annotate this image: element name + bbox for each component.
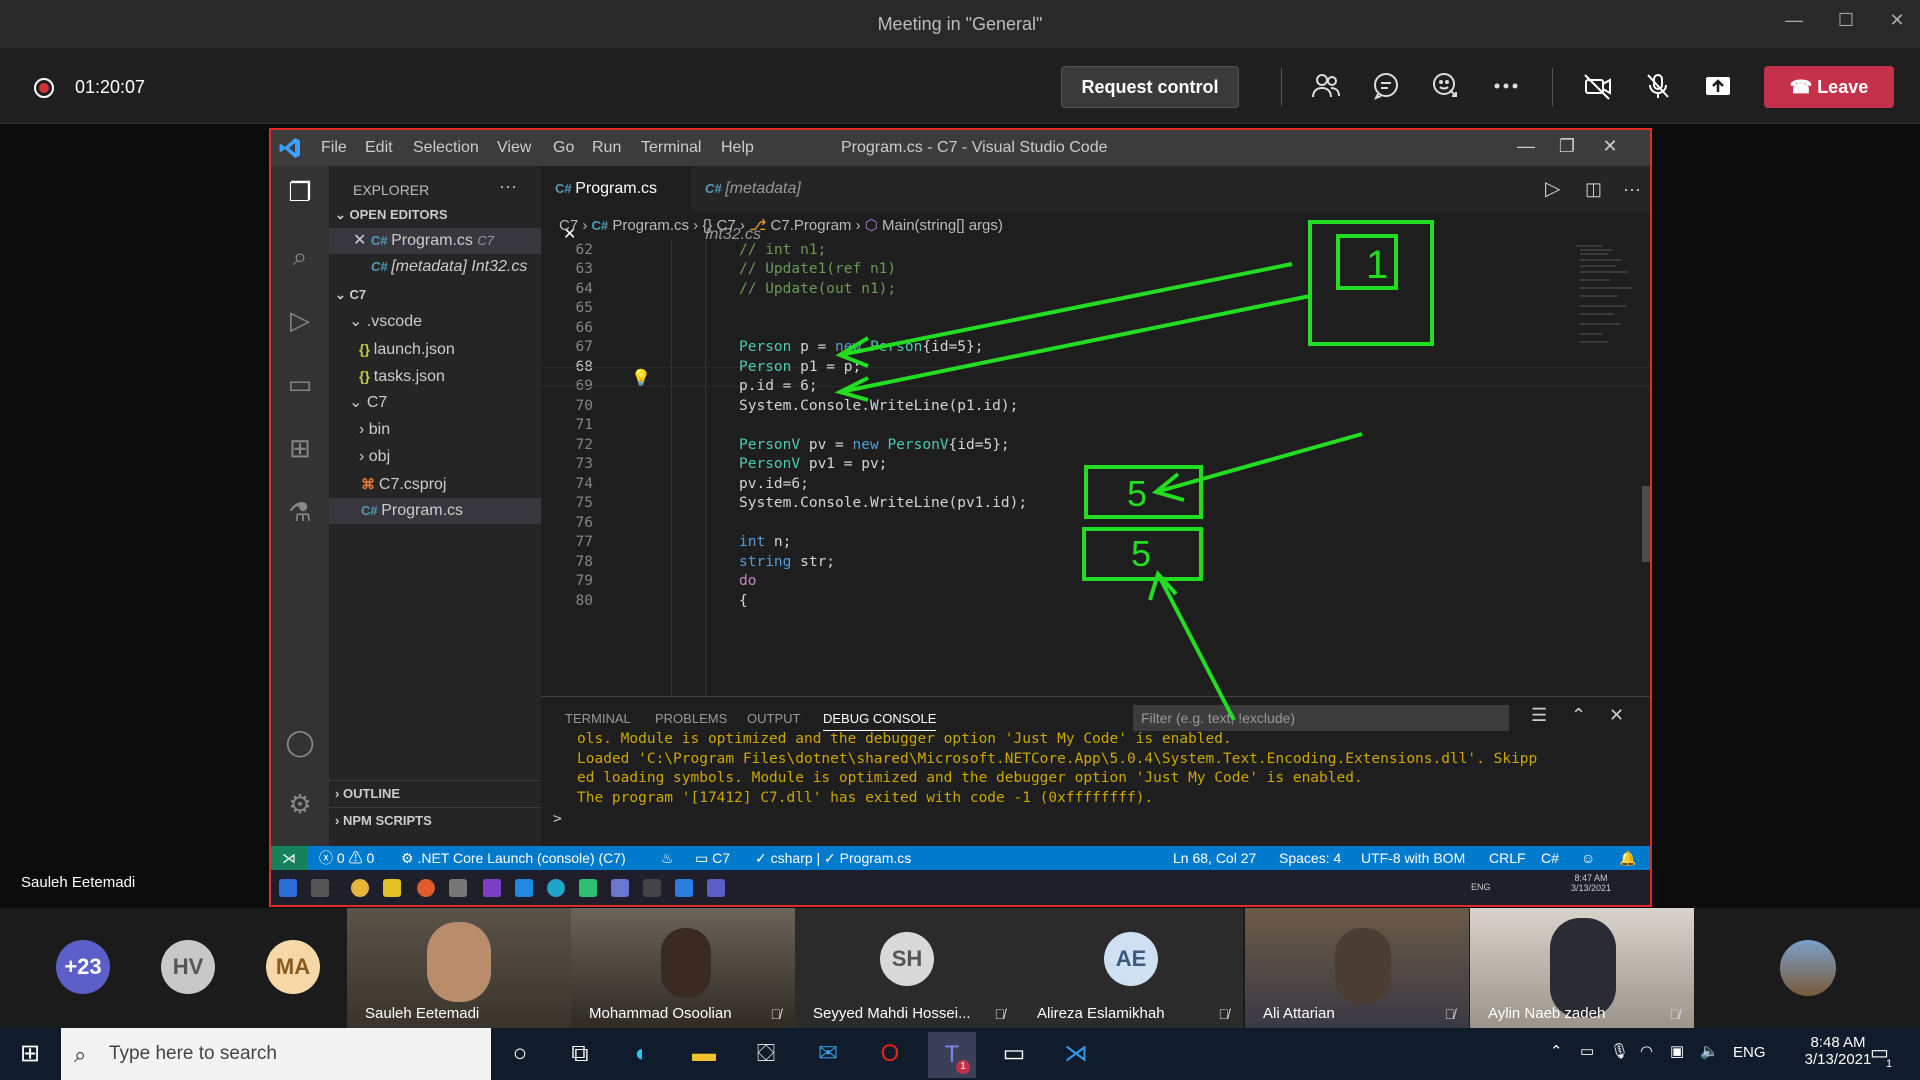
battery-icon[interactable]: ▭ xyxy=(1580,1042,1594,1060)
participant-name: Sauleh Eetemadi xyxy=(365,1005,480,1022)
mic-off-icon: 🎙̸ xyxy=(994,1006,1006,1022)
avatar[interactable] xyxy=(1780,940,1836,996)
participant-video xyxy=(1550,918,1616,1018)
participant-tile[interactable]: Aylin Naeb zadeh 🎙̸ xyxy=(1470,908,1694,1028)
annotation-arrow xyxy=(839,262,1293,357)
participant-name: Ali Attarian xyxy=(1263,1005,1335,1022)
overflow-participants[interactable]: +23 xyxy=(56,940,110,994)
avatar[interactable]: HV xyxy=(161,940,215,994)
annotation-arrow xyxy=(1156,573,1236,721)
participants-strip: +23 HV MA Sauleh Eetemadi Mohammad Osool… xyxy=(0,908,1920,1028)
participant-video xyxy=(427,922,491,1002)
cortana-icon[interactable]: ○ xyxy=(504,1038,536,1070)
taskbar-search-input[interactable]: Type here to search xyxy=(61,1028,491,1080)
avatar: AE xyxy=(1104,932,1158,986)
edge-icon[interactable]: ◐ xyxy=(626,1038,658,1070)
store-icon[interactable]: ⛋ xyxy=(750,1038,782,1070)
vscode-taskbar-icon[interactable]: ⋊ xyxy=(1060,1038,1092,1070)
windows-start-icon[interactable]: ⊞ xyxy=(14,1038,46,1070)
wifi-icon[interactable]: ◠ xyxy=(1640,1042,1653,1060)
mic-off-icon: 🎙̸ xyxy=(1218,1006,1230,1022)
mail-icon[interactable]: ✉ xyxy=(812,1038,844,1070)
annotation-label: 5 xyxy=(1127,473,1147,514)
participant-video xyxy=(661,928,711,998)
opera-icon[interactable]: O xyxy=(874,1038,906,1070)
teams-taskbar-icon[interactable]: T xyxy=(928,1032,976,1078)
teams-badge: 1 xyxy=(956,1060,970,1074)
participant-video xyxy=(1335,928,1391,1004)
file-explorer-icon[interactable]: ▬ xyxy=(688,1038,720,1070)
volume-icon[interactable]: 🔈 xyxy=(1700,1042,1719,1060)
avatar[interactable]: MA xyxy=(266,940,320,994)
annotation-label: 1 xyxy=(1366,243,1388,287)
display-icon[interactable]: ▣ xyxy=(1670,1042,1684,1060)
task-view-icon[interactable]: ⧉ xyxy=(564,1038,596,1070)
mic-off-icon: 🎙̸ xyxy=(1444,1006,1456,1022)
notification-count: 1 xyxy=(1886,1058,1893,1070)
annotation-arrow xyxy=(1155,432,1363,494)
chevron-up-icon[interactable]: ⌃ xyxy=(1550,1042,1563,1060)
participant-name: Seyyed Mahdi Hossei... xyxy=(813,1005,971,1022)
annotation-label: 5 xyxy=(1131,533,1151,574)
participant-name: Alireza Eslamikhah xyxy=(1037,1005,1165,1022)
annotation-arrow xyxy=(839,294,1311,394)
participant-tile[interactable]: Sauleh Eetemadi xyxy=(347,908,571,1028)
mic-off-icon: 🎙̸ xyxy=(770,1006,782,1022)
language-indicator[interactable]: ENG xyxy=(1733,1044,1766,1061)
participant-tile[interactable]: Mohammad Osoolian 🎙̸ xyxy=(571,908,795,1028)
avatar: SH xyxy=(880,932,934,986)
participant-name: Aylin Naeb zadeh xyxy=(1488,1005,1606,1022)
mic-off-icon: 🎙̸ xyxy=(1669,1006,1681,1022)
participant-tile[interactable]: AE Alireza Eslamikhah 🎙̸ xyxy=(1019,908,1243,1028)
participant-tile[interactable]: SH Seyyed Mahdi Hossei... 🎙̸ xyxy=(795,908,1019,1028)
windows-taskbar: ⊞ Type here to search ⌕ ○ ⧉ ◐ ▬ ⛋ ✉ O T … xyxy=(0,1028,1920,1080)
terminal-icon[interactable]: ▭ xyxy=(998,1038,1030,1070)
participant-name: Mohammad Osoolian xyxy=(589,1005,732,1022)
participant-tile[interactable]: Ali Attarian 🎙̸ xyxy=(1245,908,1469,1028)
search-icon: ⌕ xyxy=(74,1042,87,1067)
microphone-icon[interactable]: 🎙 xyxy=(1610,1042,1629,1060)
